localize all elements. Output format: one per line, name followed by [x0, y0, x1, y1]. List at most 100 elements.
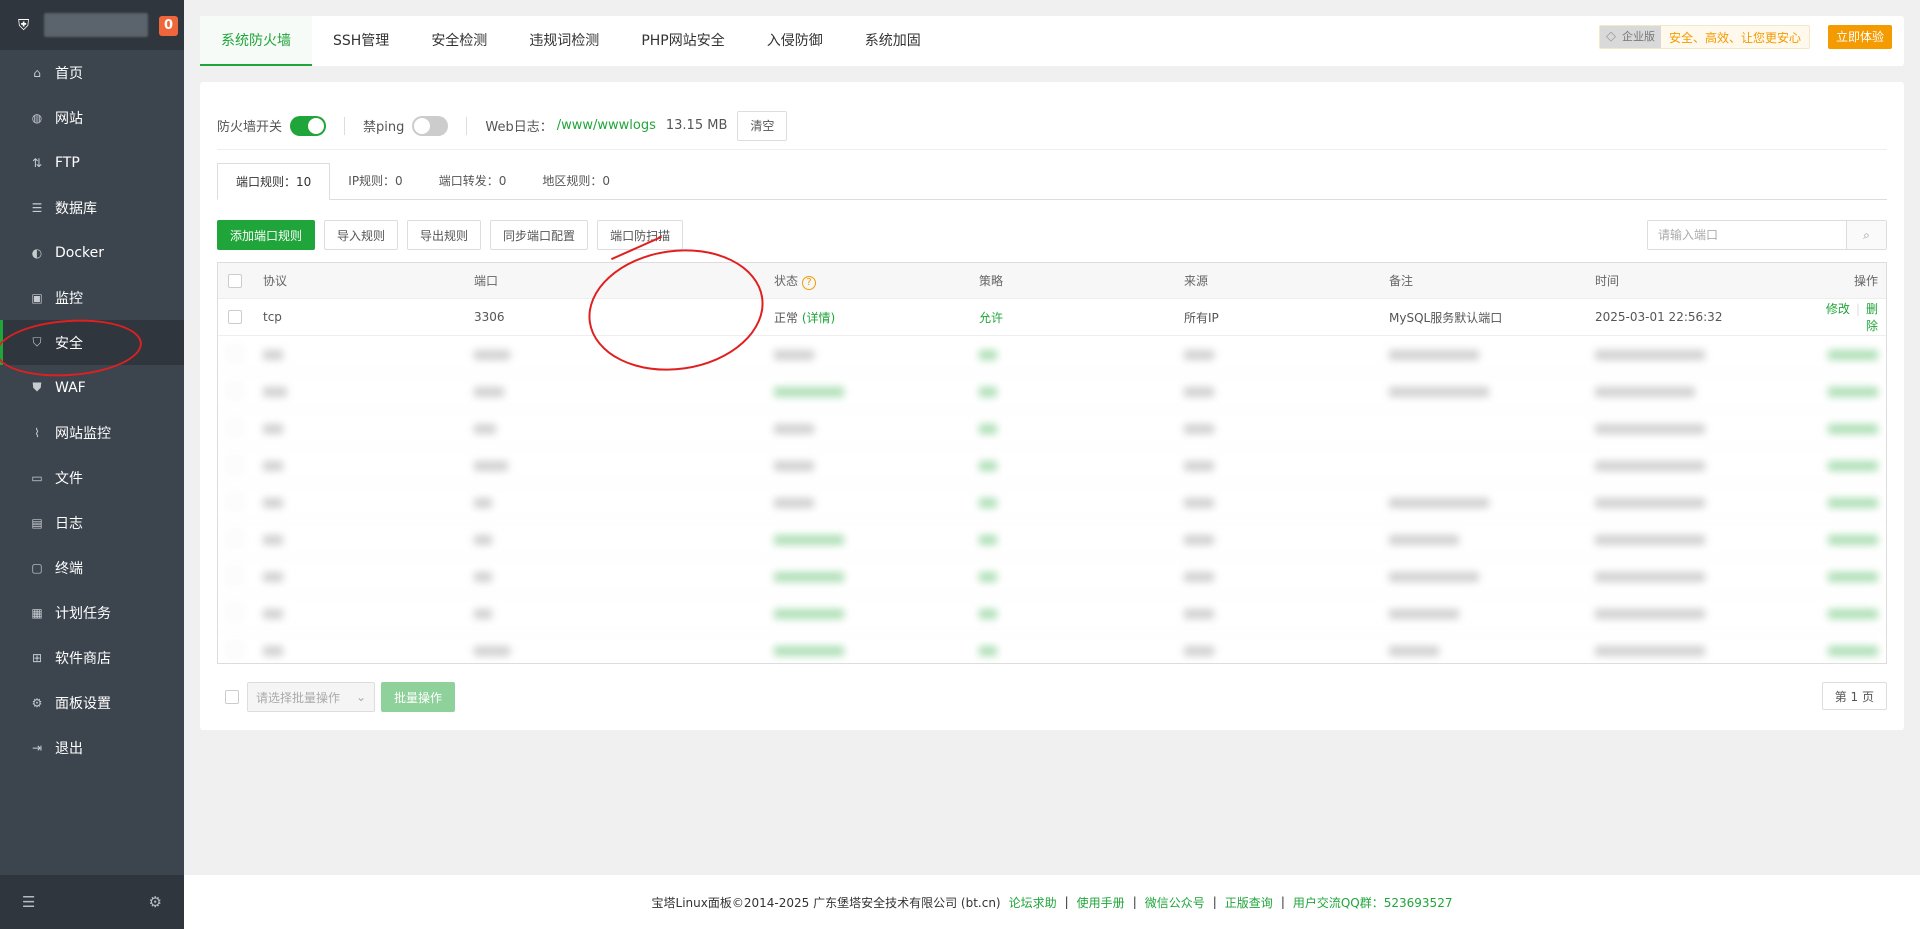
port-search: ⌕ [1647, 220, 1887, 250]
sidebar-item-security[interactable]: ⛉ 安全 [0, 320, 184, 365]
obscured-cell [979, 458, 1184, 472]
table-row-obscured [218, 558, 1886, 595]
obscured-cell [1595, 458, 1817, 472]
row-checkbox[interactable] [228, 569, 242, 583]
tab-intrusion[interactable]: 入侵防御 [746, 16, 844, 66]
tab-php-security[interactable]: PHP网站安全 [620, 16, 745, 66]
tab-port-forward[interactable]: 端口转发：0 [421, 163, 525, 199]
port-scan-protect-button[interactable]: 端口防扫描 [597, 220, 684, 250]
shield-icon: ⛉ [32, 335, 42, 349]
port-search-input[interactable] [1648, 221, 1846, 249]
import-rules-button[interactable]: 导入规则 [324, 220, 399, 250]
export-rules-button[interactable]: 导出规则 [407, 220, 482, 250]
obscured-cell [774, 347, 979, 361]
log-icon: ▤ [31, 515, 43, 530]
obscured-cell [1389, 384, 1595, 398]
batch-action-button[interactable]: 批量操作 [381, 682, 456, 712]
sidebar-item-store[interactable]: ⊞ 软件商店 [0, 635, 184, 680]
qq-group-link[interactable]: 用户交流QQ群：523693527 [1293, 894, 1453, 911]
clear-log-button[interactable]: 清空 [737, 110, 788, 141]
tab-security-check[interactable]: 安全检测 [410, 16, 508, 66]
sidebar-header: ⛨ 0 [0, 0, 184, 50]
sidebar-item-cron[interactable]: ▦ 计划任务 [0, 590, 184, 635]
logout-icon: ⇥ [31, 740, 43, 755]
sidebar-item-website[interactable]: ◍ 网站 [0, 95, 184, 140]
sidebar-item-waf[interactable]: ⛊ WAF [0, 365, 184, 410]
sidebar-item-files[interactable]: ▭ 文件 [0, 455, 184, 500]
server-name-obscured [44, 13, 148, 37]
row-checkbox[interactable] [228, 495, 242, 509]
license-check-link[interactable]: 正版查询 [1225, 894, 1273, 911]
ping-toggle[interactable] [412, 115, 449, 136]
weblog-path-link[interactable]: /www/wwwlogs [557, 118, 656, 133]
sidebar-item-terminal[interactable]: ▢ 终端 [0, 545, 184, 590]
row-checkbox[interactable] [228, 606, 242, 620]
tab-port-rules[interactable]: 端口规则：10 [217, 163, 331, 200]
tab-ip-rules[interactable]: IP规则：0 [330, 163, 420, 199]
obscured-cell [1595, 421, 1817, 435]
firewall-status-bar: 防火墙开关 禁ping Web日志： /www/wwwlogs 13.15 MB… [217, 102, 1887, 150]
sidebar-item-settings[interactable]: ⚙ 面板设置 [0, 680, 184, 725]
obscured-cell [1389, 347, 1595, 361]
sidebar-item-site-monitor[interactable]: ⌇ 网站监控 [0, 410, 184, 455]
obscured-cell [979, 495, 1184, 509]
status-detail-link[interactable]: (详情) [802, 311, 835, 325]
tab-ssh[interactable]: SSH管理 [312, 16, 410, 66]
obscured-cell [774, 421, 979, 435]
delete-link[interactable]: 删除 [1866, 302, 1878, 333]
row-checkbox[interactable] [228, 532, 242, 546]
edit-link[interactable]: 修改 [1826, 302, 1850, 316]
obscured-cell [263, 458, 474, 472]
row-checkbox[interactable] [228, 310, 242, 324]
cell-time: 2025-03-01 22:56:32 [1595, 310, 1723, 324]
obscured-cell [1595, 495, 1817, 509]
try-now-button[interactable]: 立即体验 [1827, 25, 1892, 49]
tab-word-check[interactable]: 违规词检测 [508, 16, 620, 66]
sidebar-item-ftp[interactable]: ⇅ FTP [0, 140, 184, 185]
sidebar-item-database[interactable]: ☰ 数据库 [0, 185, 184, 230]
sidebar-item-label: 监控 [55, 290, 83, 307]
sidebar-item-label: 计划任务 [55, 605, 111, 622]
row-checkbox[interactable] [228, 458, 242, 472]
batch-select-all-checkbox[interactable] [225, 690, 239, 704]
table-row: tcp 3306 正常 (详情) 允许 所有IP MySQL服务默认端口 202… [218, 299, 1886, 336]
gear-icon[interactable]: ⚙ [149, 893, 162, 911]
obscured-cell [774, 532, 979, 546]
select-all-checkbox[interactable] [228, 273, 242, 288]
wechat-link[interactable]: 微信公众号 [1145, 894, 1205, 911]
tab-system-firewall[interactable]: 系统防火墙 [200, 16, 312, 66]
page-indicator: 第 1 页 [1821, 682, 1887, 710]
sidebar-item-logout[interactable]: ⇥ 退出 [0, 725, 184, 770]
obscured-cell [774, 643, 979, 657]
help-icon[interactable]: ? [802, 275, 817, 290]
firewall-toggle[interactable] [290, 115, 327, 136]
tab-hardening[interactable]: 系统加固 [844, 16, 942, 66]
tab-region-rules[interactable]: 地区规则：0 [524, 163, 628, 199]
row-checkbox[interactable] [228, 421, 242, 435]
row-checkbox[interactable] [228, 643, 242, 657]
sidebar-item-home[interactable]: ⌂ 首页 [0, 50, 184, 95]
sync-port-config-button[interactable]: 同步端口配置 [490, 220, 589, 250]
sidebar-item-logs[interactable]: ▤ 日志 [0, 500, 184, 545]
row-checkbox[interactable] [228, 347, 242, 361]
globe-icon: ◍ [31, 110, 43, 125]
row-checkbox[interactable] [228, 384, 242, 398]
search-icon[interactable]: ⌕ [1846, 221, 1886, 249]
obscured-cell [474, 384, 774, 398]
terminal-icon: ▢ [31, 560, 43, 575]
obscured-cell [474, 347, 774, 361]
add-port-rule-button[interactable]: 添加端口规则 [217, 220, 316, 250]
batch-action-select[interactable]: 请选择批量操作 ⌄ [247, 682, 375, 712]
col-remark: 备注 [1389, 274, 1414, 288]
obscured-cell [263, 606, 474, 620]
notification-badge[interactable]: 0 [159, 16, 178, 36]
sidebar-item-docker[interactable]: ◐ Docker [0, 230, 184, 275]
obscured-cell [1184, 532, 1389, 546]
manual-link[interactable]: 使用手册 [1077, 894, 1125, 911]
col-source: 来源 [1184, 274, 1209, 288]
obscured-cell [979, 347, 1184, 361]
collapse-menu-icon[interactable]: ☰ [22, 893, 35, 911]
enterprise-banner[interactable]: 企业版 安全、高效、让您更安心 [1598, 25, 1810, 49]
forum-link[interactable]: 论坛求助 [1009, 894, 1057, 911]
sidebar-item-monitor[interactable]: ▣ 监控 [0, 275, 184, 320]
